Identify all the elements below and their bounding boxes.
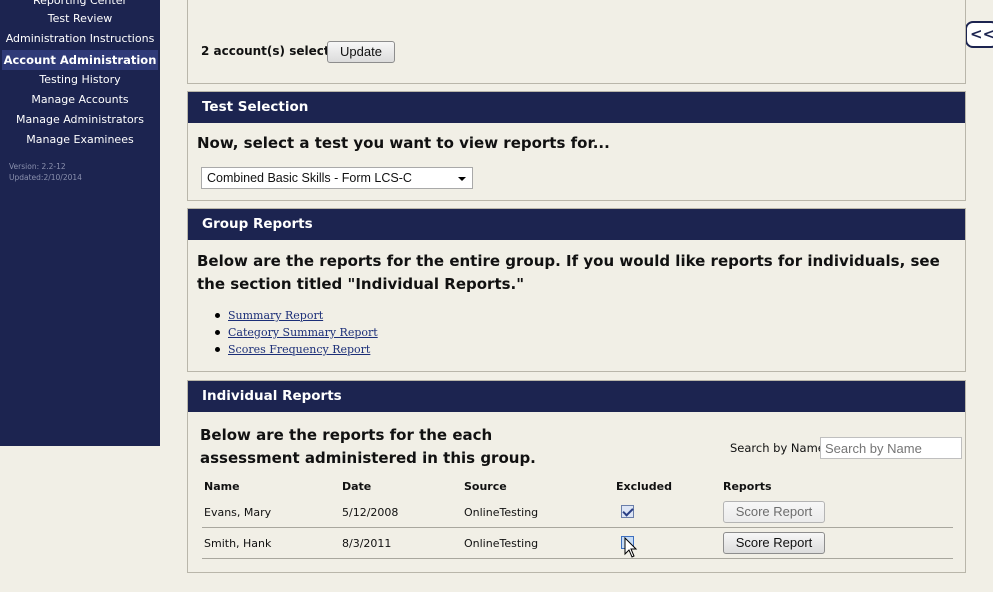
selected-count-text: 2 account(s) selected [201, 44, 347, 58]
individual-reports-header: Individual Reports [188, 381, 965, 412]
sidebar-item-testing-history[interactable]: Testing History [0, 73, 160, 87]
list-item: Scores Frequency Report [215, 341, 378, 358]
version-text: Version: 2.2-12 [9, 162, 66, 171]
column-header-source: Source [464, 480, 507, 493]
chevron-down-icon [458, 177, 466, 181]
test-select-dropdown[interactable]: Combined Basic Skills - Form LCS-C [201, 167, 473, 189]
group-reports-header: Group Reports [188, 209, 965, 240]
sidebar-item-manage-accounts[interactable]: Manage Accounts [0, 93, 160, 107]
sidebar-item-account-administration[interactable]: Account Administration [2, 50, 158, 70]
test-selection-header: Test Selection [188, 92, 965, 123]
individual-reports-description: Below are the reports for the each asses… [200, 426, 536, 467]
column-header-name: Name [204, 480, 240, 493]
row-divider [202, 558, 953, 559]
mouse-cursor-icon [624, 537, 638, 558]
row-date: 5/12/2008 [342, 506, 399, 519]
excluded-checkbox[interactable] [621, 505, 634, 518]
row-name: Evans, Mary [204, 506, 272, 519]
scores-frequency-report-link[interactable]: Scores Frequency Report [228, 343, 370, 356]
row-source: OnlineTesting [464, 506, 539, 519]
category-summary-report-link[interactable]: Category Summary Report [228, 326, 378, 339]
list-item: Category Summary Report [215, 324, 378, 341]
sidebar-item-manage-examinees[interactable]: Manage Examinees [0, 133, 160, 147]
selection-panel: 2 account(s) selected Update [187, 0, 966, 84]
column-header-reports: Reports [723, 480, 772, 493]
version-info: Version: 2.2-12 Updated:2/10/2014 [9, 161, 82, 183]
search-label: Search by Name [730, 441, 825, 455]
updated-text: Updated:2/10/2014 [9, 173, 82, 182]
row-name: Smith, Hank [204, 537, 272, 550]
search-input[interactable] [820, 437, 962, 459]
test-select-value: Combined Basic Skills - Form LCS-C [207, 171, 412, 185]
sidebar-item-manage-administrators[interactable]: Manage Administrators [0, 113, 160, 127]
sidebar-item-administration-instructions[interactable]: Administration Instructions [0, 32, 160, 46]
score-report-button[interactable]: Score Report [723, 501, 825, 523]
group-reports-panel: Group Reports Below are the reports for … [187, 208, 966, 372]
row-date: 8/3/2011 [342, 537, 392, 550]
list-item: Summary Report [215, 307, 378, 324]
test-selection-panel: Test Selection Now, select a test you wa… [187, 91, 966, 201]
group-report-list: Summary Report Category Summary Report S… [215, 307, 378, 358]
column-header-date: Date [342, 480, 372, 493]
sidebar-item-reporting-center[interactable]: Reporting Center [0, 0, 160, 8]
collapse-sidebar-button[interactable]: << [965, 21, 993, 48]
sidebar: Reporting Center Test Review Administrat… [0, 0, 160, 446]
update-button[interactable]: Update [327, 41, 395, 63]
sidebar-item-test-review[interactable]: Test Review [0, 12, 160, 26]
row-source: OnlineTesting [464, 537, 539, 550]
test-selection-prompt: Now, select a test you want to view repo… [197, 134, 610, 152]
individual-reports-panel: Individual Reports Below are the reports… [187, 380, 966, 573]
summary-report-link[interactable]: Summary Report [228, 309, 323, 322]
score-report-button[interactable]: Score Report [723, 532, 825, 554]
group-reports-description: Below are the reports for the entire gro… [197, 252, 940, 293]
column-header-excluded: Excluded [616, 480, 672, 493]
row-divider [202, 527, 953, 528]
